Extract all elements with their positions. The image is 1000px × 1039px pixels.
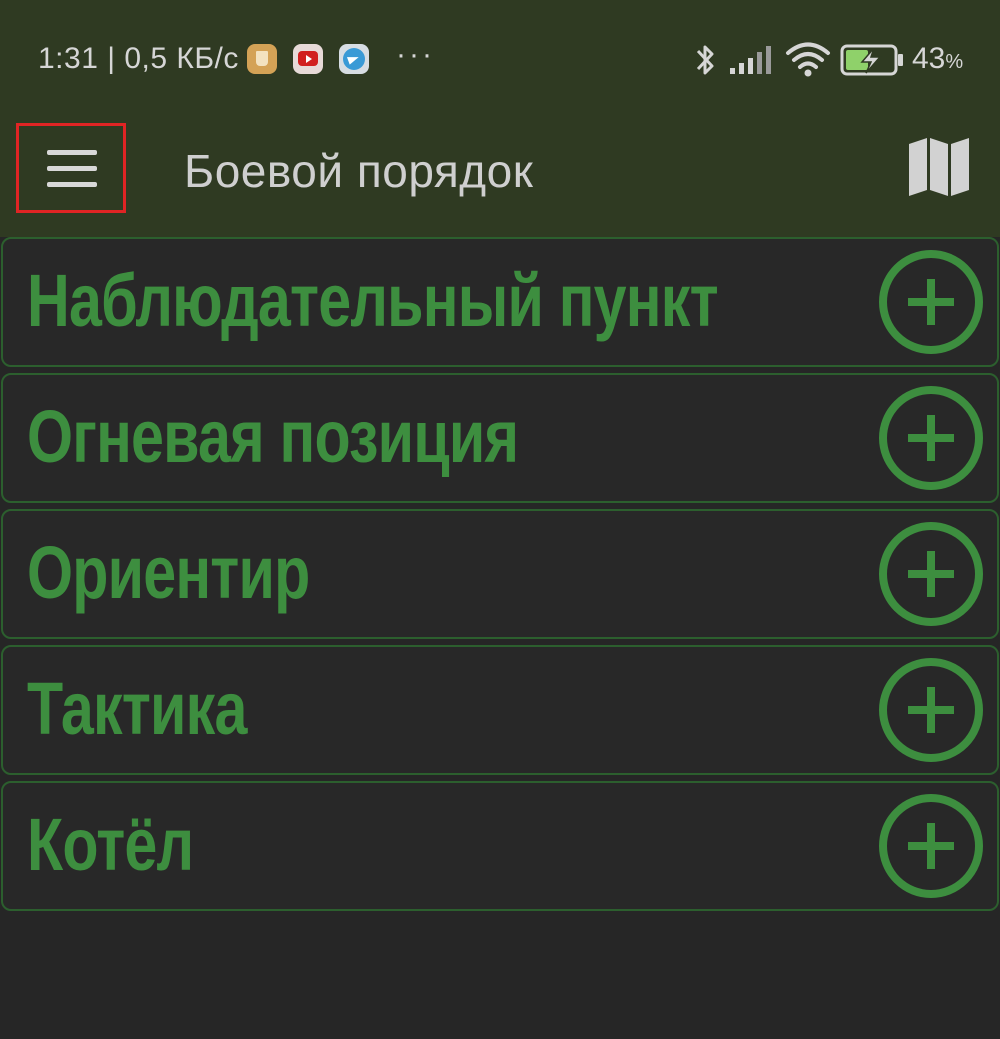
signal-icon [730, 46, 771, 74]
bluetooth-icon [696, 45, 714, 75]
list-item-label: Наблюдательный пункт [27, 258, 719, 342]
add-circle-icon[interactable] [879, 522, 983, 626]
list-item-label: Котёл [27, 802, 194, 886]
list-item-label: Тактика [27, 666, 247, 750]
list-item-label: Огневая позиция [27, 394, 519, 478]
battery-charging-icon [840, 44, 903, 76]
notification-app-icon [247, 44, 277, 74]
status-bar: 1:31 | 0,5 КБ/с ··· 43% [0, 0, 1000, 120]
list-item-landmark[interactable]: Ориентир [1, 509, 999, 639]
list-item-cauldron[interactable]: Котёл [1, 781, 999, 911]
battery-percent: 43% [912, 42, 964, 75]
list-item-tactics[interactable]: Тактика [1, 645, 999, 775]
header-area: 1:31 | 0,5 КБ/с ··· 43% Боевой порядок [0, 0, 1000, 237]
page-title: Боевой порядок [184, 145, 534, 197]
map-icon[interactable] [905, 134, 973, 198]
app-bar: Боевой порядок [0, 120, 1000, 237]
status-time: 1:31 | 0,5 КБ/с [38, 42, 239, 75]
youtube-icon [293, 44, 323, 74]
list-item-firing-position[interactable]: Огневая позиция [1, 373, 999, 503]
add-circle-icon[interactable] [879, 794, 983, 898]
more-notifications-icon: ··· [396, 38, 435, 71]
hamburger-menu-icon[interactable] [16, 123, 126, 213]
list-item-label: Ориентир [27, 530, 310, 614]
list-item-observation-post[interactable]: Наблюдательный пункт [1, 237, 999, 367]
add-circle-icon[interactable] [879, 658, 983, 762]
add-circle-icon[interactable] [879, 386, 983, 490]
wifi-icon [786, 42, 830, 77]
telegram-icon [339, 44, 369, 74]
add-circle-icon[interactable] [879, 250, 983, 354]
